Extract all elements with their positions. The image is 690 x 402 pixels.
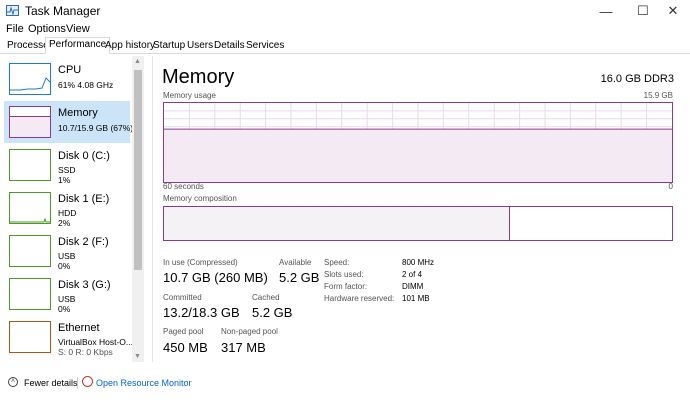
scroll-thumb[interactable] — [134, 70, 142, 270]
memory-thumbnail — [9, 106, 51, 138]
slots-used-value: 2 of 4 — [402, 270, 423, 279]
speed-value: 800 MHz — [402, 258, 435, 267]
tab-services[interactable]: Services — [242, 38, 288, 52]
sidebar-item-detail: 0% — [58, 261, 71, 271]
resource-monitor-icon — [82, 376, 93, 387]
non-paged-pool-label: Non-paged pool — [221, 327, 278, 336]
memory-thumbnail-fill — [10, 115, 50, 137]
disk-thumbnail — [9, 235, 51, 267]
sidebar-item-detail: 61% 4.08 GHz — [58, 80, 114, 90]
memory-spec: 16.0 GB DDR3 — [600, 73, 674, 85]
maximize-icon: ☐ — [637, 3, 649, 18]
scroll-down-icon[interactable]: ▼ — [134, 353, 141, 360]
page-title: Memory — [162, 66, 235, 88]
sidebar-item-label: Ethernet — [58, 322, 100, 334]
sidebar-item-label: Disk 2 (F:) — [58, 236, 109, 248]
non-paged-pool-value: 317 MB — [221, 340, 266, 355]
available-label: Available — [279, 258, 312, 267]
sidebar-item-detail: 1% — [58, 175, 71, 185]
sidebar-item-type: USB — [58, 251, 76, 261]
committed-value: 13.2/18.3 GB — [163, 305, 240, 320]
disk-thumbnail — [9, 149, 51, 181]
paged-pool-value: 450 MB — [163, 340, 208, 355]
window-title: Task Manager — [25, 4, 101, 18]
chevron-up-icon[interactable]: ˄ — [8, 377, 18, 387]
memory-composition-in-use — [164, 207, 511, 240]
speed-label: Speed: — [324, 258, 350, 267]
minimize-icon: — — [599, 3, 613, 19]
menu-options[interactable]: Options — [28, 23, 66, 35]
sidebar-scrollbar[interactable]: ▲ ▼ — [132, 56, 144, 362]
task-manager-icon — [6, 5, 19, 16]
axis-left-label: 60 seconds — [163, 182, 204, 191]
sidebar-item-disk-1[interactable]: Disk 1 (E:) HDD 2% — [4, 187, 130, 229]
sidebar-item-type: USB — [58, 294, 76, 304]
hardware-reserved-value: 101 MB — [402, 294, 430, 303]
sidebar-item-detail: S: 0 R: 0 Kbps — [58, 347, 113, 357]
resource-list: CPU 61% 4.08 GHz Memory 10.7/15.9 GB (67… — [0, 56, 146, 362]
sidebar-item-disk-3[interactable]: Disk 3 (G:) USB 0% — [4, 273, 130, 315]
cpu-thumbnail — [9, 63, 51, 95]
sidebar-item-detail: 10.7/15.9 GB (67%) — [58, 123, 134, 133]
sidebar-item-disk-0[interactable]: Disk 0 (C:) SSD 1% — [4, 144, 130, 186]
sidebar-item-label: Disk 0 (C:) — [58, 150, 110, 162]
paged-pool-label: Paged pool — [163, 327, 204, 336]
committed-label: Committed — [163, 293, 202, 302]
footer-divider — [77, 377, 78, 389]
sidebar-item-detail: 2% — [58, 218, 71, 228]
sidebar-item-cpu[interactable]: CPU 61% 4.08 GHz — [4, 58, 130, 100]
in-use-label: In use (Compressed) — [163, 258, 238, 267]
sidebar-item-detail: 0% — [58, 304, 71, 314]
minimize-button[interactable]: — — [589, 0, 623, 22]
in-use-value: 10.7 GB (260 MB) — [163, 270, 268, 285]
sidebar-item-type: SSD — [58, 165, 76, 175]
cached-label: Cached — [252, 293, 280, 302]
memory-panel: Memory 16.0 GB DDR3 Memory usage 15.9 GB… — [162, 56, 682, 362]
memory-composition-label: Memory composition — [163, 194, 237, 203]
menu-view[interactable]: View — [66, 23, 90, 35]
ethernet-thumbnail — [9, 321, 51, 353]
disk-thumbnail — [9, 278, 51, 310]
memory-composition-bar — [163, 206, 673, 241]
memory-usage-graph — [163, 102, 673, 183]
sidebar-item-label: CPU — [58, 64, 82, 76]
disk-thumbnail — [9, 192, 51, 224]
form-factor-value: DIMM — [402, 282, 424, 291]
available-value: 5.2 GB — [279, 270, 320, 285]
close-button[interactable]: ✕ — [656, 0, 690, 22]
form-factor-label: Form factor: — [324, 282, 368, 291]
title-bar: Task Manager — ☐ ✕ — [0, 0, 690, 22]
menu-file[interactable]: File — [6, 23, 24, 35]
sidebar-item-label: Disk 3 (G:) — [58, 279, 111, 291]
close-icon: ✕ — [667, 3, 679, 18]
sidebar-item-type: HDD — [58, 208, 77, 218]
tab-bar: Processes Performance App history Startu… — [0, 37, 690, 54]
fewer-details-button[interactable]: Fewer details — [24, 378, 78, 388]
cached-value: 5.2 GB — [252, 305, 293, 320]
footer: ˄ Fewer details Open Resource Monitor — [0, 372, 690, 396]
open-resource-monitor-link[interactable]: Open Resource Monitor — [96, 378, 192, 388]
hardware-reserved-label: Hardware reserved: — [324, 294, 395, 303]
slots-used-label: Slots used: — [324, 270, 364, 279]
memory-usage-chart — [164, 103, 672, 182]
memory-usage-label: Memory usage — [163, 91, 216, 100]
sidebar-item-label: Memory — [58, 107, 98, 119]
sidebar-item-memory[interactable]: Memory 10.7/15.9 GB (67%) — [4, 101, 134, 143]
sidebar-item-disk-2[interactable]: Disk 2 (F:) USB 0% — [4, 230, 130, 272]
menu-bar: File Options View — [0, 22, 690, 37]
sidebar-item-label: Disk 1 (E:) — [58, 193, 110, 205]
memory-usage-max: 15.9 GB — [643, 91, 673, 100]
maximize-button[interactable]: ☐ — [626, 0, 660, 22]
sidebar-item-ethernet[interactable]: Ethernet VirtualBox Host-O... S: 0 R: 0 … — [4, 316, 133, 358]
scroll-up-icon[interactable]: ▲ — [134, 58, 141, 65]
sidebar-item-adapter: VirtualBox Host-O... — [58, 337, 133, 347]
axis-right-label: 0 — [668, 182, 673, 191]
pane-divider — [152, 56, 153, 362]
